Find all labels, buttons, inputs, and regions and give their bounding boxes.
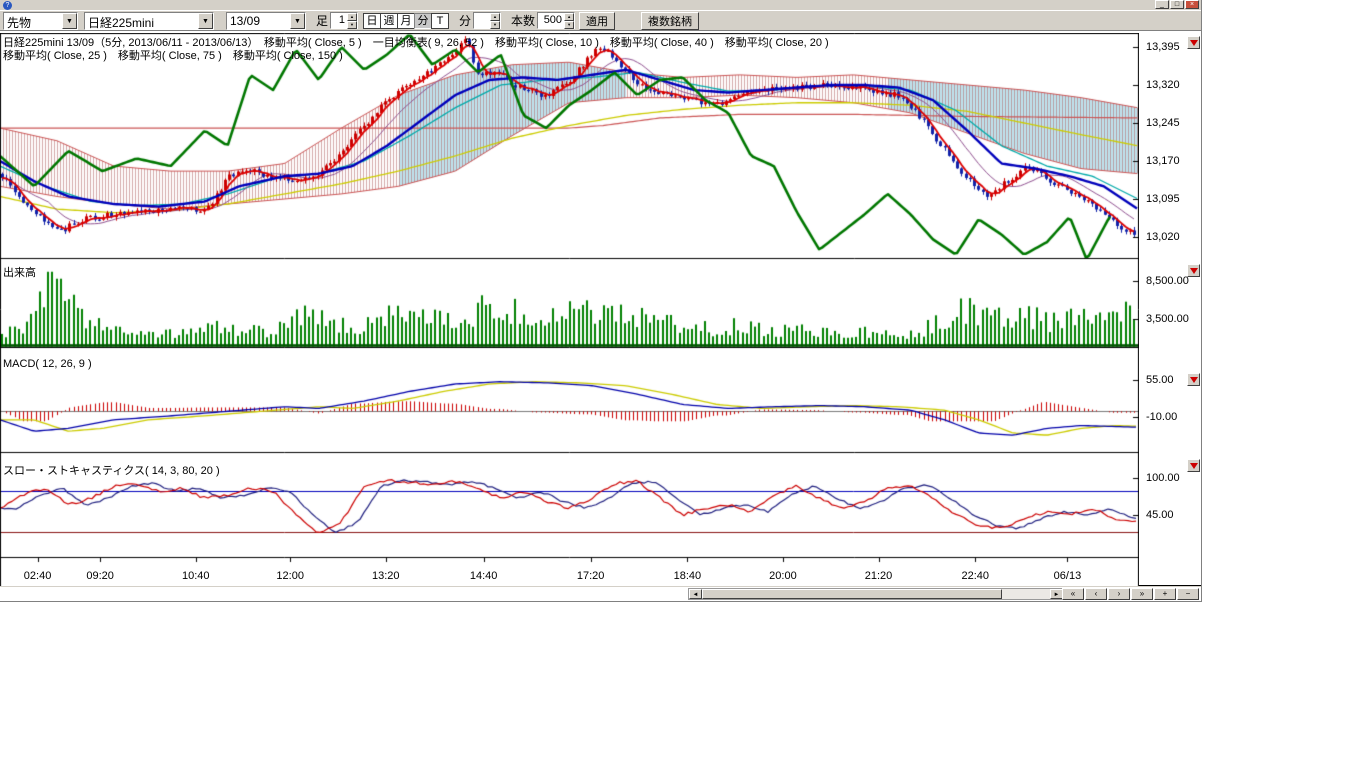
- time-axis-label: 20:00: [769, 570, 797, 582]
- chart-nav-buttons: «‹›»+−: [1061, 588, 1199, 600]
- horizontal-scrollbar[interactable]: ◄ ►: [688, 588, 1064, 600]
- chart-nav-button-2[interactable]: ›: [1108, 588, 1130, 600]
- dropdown-arrow-icon[interactable]: ▼: [198, 13, 213, 29]
- chart-nav-button-5[interactable]: −: [1177, 588, 1199, 600]
- axis-value-label: 13,170: [1146, 155, 1180, 167]
- minute-input[interactable]: ▲▼: [473, 12, 501, 29]
- time-axis-label: 21:20: [865, 570, 893, 582]
- minimize-button[interactable]: _: [1155, 0, 1169, 9]
- time-axis-label: 06/13: [1054, 570, 1082, 582]
- axis-value-label: 13,020: [1146, 231, 1180, 243]
- chart-nav-button-1[interactable]: ‹: [1085, 588, 1107, 600]
- red-triangle-icon: [1190, 377, 1198, 383]
- axis-value-label: 3,500.00: [1146, 313, 1189, 325]
- contract-select-value: 13/09: [227, 13, 290, 29]
- multi-symbol-button[interactable]: 複数銘柄: [641, 12, 699, 30]
- bar-interval-input[interactable]: 1 ▲▼: [330, 12, 358, 29]
- market-select[interactable]: 先物 ▼: [3, 12, 78, 30]
- scrollbar-thumb[interactable]: [702, 589, 1002, 599]
- bottom-scrollbar-area: ◄ ► «‹›»+−: [0, 587, 1201, 601]
- chart-nav-button-4[interactable]: +: [1154, 588, 1176, 600]
- time-axis-label: 14:40: [470, 570, 498, 582]
- time-axis-label: 18:40: [674, 570, 702, 582]
- chart-app-window: ? _ □ × 先物 ▼ 日経225mini ▼ 13/09 ▼ 足 1: [0, 0, 1202, 602]
- panel-collapse-button-volume[interactable]: [1187, 264, 1200, 277]
- volume-panel-label: 出来高: [3, 264, 36, 280]
- period-month-button[interactable]: 月: [397, 13, 415, 29]
- chart-nav-button-3[interactable]: »: [1131, 588, 1153, 600]
- scrollbar-track[interactable]: [1002, 589, 1050, 599]
- app-help-icon: ?: [3, 1, 12, 10]
- market-select-value: 先物: [4, 13, 62, 29]
- symbol-select[interactable]: 日経225mini ▼: [84, 12, 214, 30]
- time-axis-label: 22:40: [962, 570, 990, 582]
- screen: ? _ □ × 先物 ▼ 日経225mini ▼ 13/09 ▼ 足 1: [0, 0, 1366, 768]
- bar-type-label: 足: [316, 12, 328, 29]
- chart-legend-line2: 移動平均( Close, 25 ) 移動平均( Close, 75 ) 移動平均…: [3, 47, 343, 63]
- maximize-button[interactable]: □: [1170, 0, 1184, 9]
- bar-interval-value: 1: [331, 13, 347, 28]
- period-week-button[interactable]: 週: [380, 13, 398, 29]
- dropdown-arrow-icon[interactable]: ▼: [290, 13, 305, 29]
- time-axis-label: 12:00: [276, 570, 304, 582]
- period-tick-button[interactable]: T: [431, 13, 449, 29]
- apply-button[interactable]: 適用: [579, 12, 615, 30]
- spinner-arrows-icon[interactable]: ▲▼: [564, 13, 574, 28]
- time-axis-label: 17:20: [577, 570, 605, 582]
- time-axis-label: 02:40: [24, 570, 52, 582]
- stochastics-panel-label: スロー・ストキャスティクス( 14, 3, 80, 20 ): [3, 462, 220, 478]
- scroll-left-arrow-icon[interactable]: ◄: [689, 589, 702, 599]
- close-button[interactable]: ×: [1185, 0, 1199, 9]
- period-day-button[interactable]: 日: [363, 13, 381, 29]
- period-button-group: 日 週 月 分 T: [364, 13, 449, 29]
- toolbar: 先物 ▼ 日経225mini ▼ 13/09 ▼ 足 1 ▲▼ 日 週 月 分 …: [0, 10, 1201, 31]
- period-minute-button[interactable]: 分: [414, 13, 432, 29]
- red-triangle-icon: [1190, 268, 1198, 274]
- spinner-arrows-icon[interactable]: ▲▼: [347, 13, 357, 28]
- chart-area: 日経225mini 13/09（5分, 2013/06/11 - 2013/06…: [0, 31, 1201, 586]
- bar-count-value: 500: [538, 13, 564, 28]
- time-axis-label: 09:20: [86, 570, 114, 582]
- axis-value-label: 13,320: [1146, 79, 1180, 91]
- axis-value-label: 45.00: [1146, 509, 1174, 521]
- red-triangle-icon: [1190, 463, 1198, 469]
- axis-value-label: 13,245: [1146, 117, 1180, 129]
- bar-count-label: 本数: [511, 12, 535, 29]
- minute-label: 分: [459, 12, 471, 29]
- panel-collapse-button-macd[interactable]: [1187, 373, 1200, 386]
- axis-value-label: 8,500.00: [1146, 275, 1189, 287]
- red-triangle-icon: [1190, 40, 1198, 46]
- bar-count-input[interactable]: 500 ▲▼: [537, 12, 575, 29]
- symbol-select-value: 日経225mini: [85, 13, 198, 29]
- axis-value-label: 13,395: [1146, 41, 1180, 53]
- axis-value-label: -10.00: [1146, 411, 1177, 423]
- time-axis-label: 10:40: [182, 570, 210, 582]
- time-axis-label: 13:20: [372, 570, 400, 582]
- window-controls: _ □ ×: [1155, 0, 1199, 9]
- spinner-arrows-icon[interactable]: ▲▼: [490, 13, 500, 28]
- chart-nav-button-0[interactable]: «: [1062, 588, 1084, 600]
- titlebar: ? _ □ ×: [0, 0, 1201, 10]
- price-chart-canvas[interactable]: [0, 33, 1139, 586]
- minute-value: [474, 13, 490, 28]
- panel-collapse-button-stoch[interactable]: [1187, 459, 1200, 472]
- panel-collapse-button-price[interactable]: [1187, 36, 1200, 49]
- axis-value-label: 55.00: [1146, 374, 1174, 386]
- contract-select[interactable]: 13/09 ▼: [226, 12, 306, 30]
- axis-value-label: 13,095: [1146, 193, 1180, 205]
- axis-value-label: 100.00: [1146, 472, 1180, 484]
- macd-panel-label: MACD( 12, 26, 9 ): [3, 358, 92, 370]
- dropdown-arrow-icon[interactable]: ▼: [62, 13, 77, 29]
